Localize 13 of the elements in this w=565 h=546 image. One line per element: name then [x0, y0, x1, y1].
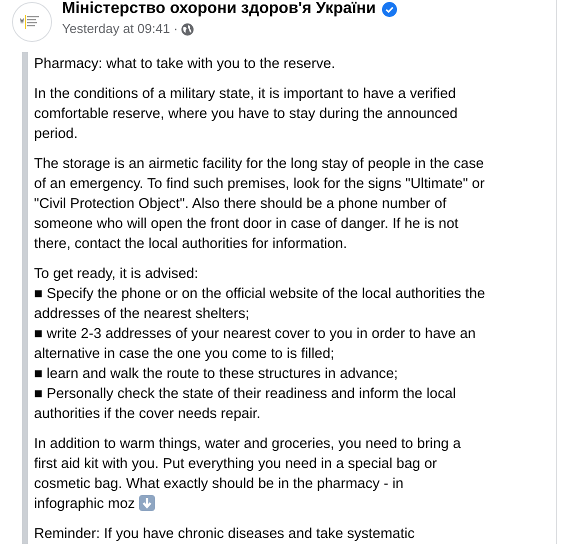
- post-paragraph: The storage is an airmetic facility for the long stay of people in the case of an emergency. To find such premises, look for the signs "Ultimate" or "Civil Protection Object". Also there should be a phone number of someone who will open the front door in case of danger. If he is not there, contact the local authorities for information.: [34, 155, 486, 254]
- post-line: ■ Personally check the state of their readiness and inform the local authorities if the cover needs repair.: [34, 385, 457, 424]
- page-name-link[interactable]: Міністерство охорони здоров'я України: [62, 0, 376, 20]
- post-timestamp-link[interactable]: Yesterday at 09:41 ·: [62, 20, 178, 38]
- post-line: ■ Specify the phone or on the official website of the local authorities the addresses of the nearest shelters;: [34, 285, 486, 324]
- post-line: ■ write 2-3 addresses of your nearest cover to you in order to have an alternative in case the one you come to is filled;: [34, 325, 477, 364]
- ministry-logo-avatar[interactable]: [12, 2, 52, 42]
- post-paragraph: Reminder: If you have chronic diseases and take systematic: [34, 525, 416, 544]
- post-line: infographic moz: [34, 496, 135, 512]
- post-paragraph: Pharmacy: what to take with you to the reserve.: [34, 55, 336, 74]
- post-paragraph: In the conditions of a military state, it is important to have a verified comfortable reserve, where you have to stay during the announced period.: [34, 85, 459, 144]
- post-line: To get ready, it is advised:: [34, 265, 200, 284]
- post-line: ■ learn and walk the route to these structures in advance;: [34, 365, 399, 384]
